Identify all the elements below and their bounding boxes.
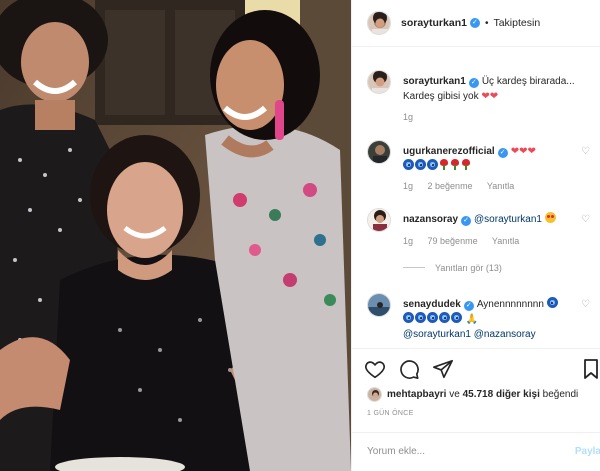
reply-button[interactable]: Yanıtla [492, 236, 519, 246]
reply-button[interactable]: Yanıtla [487, 181, 514, 191]
commenter-avatar[interactable] [367, 293, 391, 317]
post-timestamp[interactable]: 1 GÜN ÖNCE [367, 410, 414, 417]
comment-item: ugurkanerezofficial ✓ ❤❤❤ ♡ 1g 2 beğenme Y… [367, 140, 592, 200]
rose-icon [450, 159, 460, 170]
commenter-username[interactable]: nazansoray [403, 214, 458, 225]
praying-hands-icon: 🙏 [465, 314, 479, 325]
comment-meta: 1g 79 beğenme Yanıtla [403, 236, 531, 246]
verified-badge-icon: ✓ [469, 18, 480, 28]
rose-icon [439, 159, 449, 170]
heart-emoji: ❤❤❤ [510, 146, 536, 157]
post-photo[interactable] [0, 0, 351, 471]
evil-eye-emoji-row: 🙏 [403, 312, 479, 325]
photo-illustration [0, 0, 351, 471]
comment-item: nazansoray ✓ @sorayturkan1 ♡ 1g 79 beğenme… [367, 208, 592, 273]
comment-likes[interactable]: 2 beğenme [428, 181, 473, 191]
evil-eye-icon [546, 297, 558, 308]
commenter-avatar[interactable] [367, 208, 391, 232]
evil-eye-icon [403, 159, 414, 170]
post-comment-button[interactable]: Payla [575, 446, 600, 457]
comment-time[interactable]: 1g [403, 181, 413, 191]
liker-username[interactable]: mehtapbayri [387, 389, 446, 400]
add-comment-bar: Yorum ekle... Payla [352, 432, 600, 471]
speech-bubble-icon[interactable] [398, 358, 420, 380]
bookmark-icon[interactable] [583, 359, 599, 382]
heart-emoji: ❤❤ [481, 91, 499, 102]
paper-plane-icon[interactable] [432, 358, 454, 380]
verified-badge-icon: ✓ [461, 216, 472, 226]
rose-icon [461, 159, 471, 170]
caption-avatar[interactable] [367, 70, 391, 94]
view-replies-label[interactable]: Yanıtları gör (13) [435, 263, 502, 273]
comment-like-heart-icon[interactable]: ♡ [581, 214, 590, 225]
heart-outline-icon[interactable] [364, 358, 386, 380]
replies-divider [403, 267, 425, 268]
commenter-username[interactable]: senaydudek [403, 299, 461, 310]
liker-avatar[interactable] [367, 387, 382, 402]
caption-username[interactable]: sorayturkan1 [403, 76, 466, 87]
liked-by-suffix: beğendi [542, 389, 579, 400]
author-avatar[interactable] [367, 11, 391, 35]
post-header: sorayturkan1 ✓ • Takiptesin [352, 0, 600, 47]
evil-eye-icon [427, 159, 438, 170]
evil-eye-icon [415, 159, 426, 170]
verified-badge-icon: ✓ [468, 78, 479, 88]
comment-meta: 1g 2 beğenme Yanıtla [403, 181, 526, 191]
author-username[interactable]: sorayturkan1 [401, 17, 467, 29]
comment-time[interactable]: 1g [403, 236, 413, 246]
liked-by-summary: mehtapbayri ve 45.718 diğer kişi beğendi [367, 387, 578, 402]
evil-eye-icon [403, 312, 414, 323]
commenter-avatar[interactable] [367, 140, 391, 164]
evil-eye-icon [427, 312, 438, 323]
follow-status-button[interactable]: Takiptesin [493, 17, 540, 29]
instagram-post-view: sorayturkan1 ✓ • Takiptesin sorayturkan1… [0, 0, 600, 471]
post-actions-section: mehtapbayri ve 45.718 diğer kişi beğendi… [352, 348, 600, 471]
evil-eye-icon [415, 312, 426, 323]
comment-like-heart-icon[interactable]: ♡ [581, 146, 590, 157]
mention-link[interactable]: @sorayturkan1 [474, 214, 542, 225]
comment-likes[interactable]: 79 beğenme [428, 236, 478, 246]
commenter-username[interactable]: ugurkanerezofficial [403, 146, 495, 157]
post-side-panel: sorayturkan1 ✓ • Takiptesin sorayturkan1… [351, 0, 600, 471]
caption-comment: sorayturkan1 ✓ Üç kardeş birarada... Karde… [367, 70, 592, 140]
comments-list[interactable]: sorayturkan1 ✓ Üç kardeş birarada... Karde… [352, 48, 600, 348]
evil-eye-icon [439, 312, 450, 323]
caption-time[interactable]: 1g [403, 112, 413, 122]
evil-eye-emoji-row [403, 159, 472, 172]
action-icon-row [364, 358, 454, 380]
comment-input[interactable]: Yorum ekle... [367, 446, 425, 457]
view-replies-button[interactable]: Yanıtları gör (13) [403, 263, 502, 273]
verified-badge-icon: ✓ [497, 148, 508, 158]
mention-link[interactable]: @nazansoray [474, 329, 536, 340]
comment-item: senaydudek ✓ Aynennnnnnnn 🙏 @sorayturkan1 … [367, 293, 592, 348]
separator-dot: • [484, 17, 489, 29]
comment-text: Aynennnnnnnn [476, 299, 544, 310]
likes-count[interactable]: 45.718 diğer kişi [463, 389, 540, 400]
mention-link[interactable]: @sorayturkan1 [403, 329, 471, 340]
evil-eye-icon [451, 312, 462, 323]
caption-meta: 1g [403, 112, 425, 122]
comment-like-heart-icon[interactable]: ♡ [581, 299, 590, 310]
liked-by-connector: ve [449, 389, 460, 400]
heart-eyes-emoji-icon [544, 212, 556, 223]
verified-badge-icon: ✓ [463, 301, 474, 311]
